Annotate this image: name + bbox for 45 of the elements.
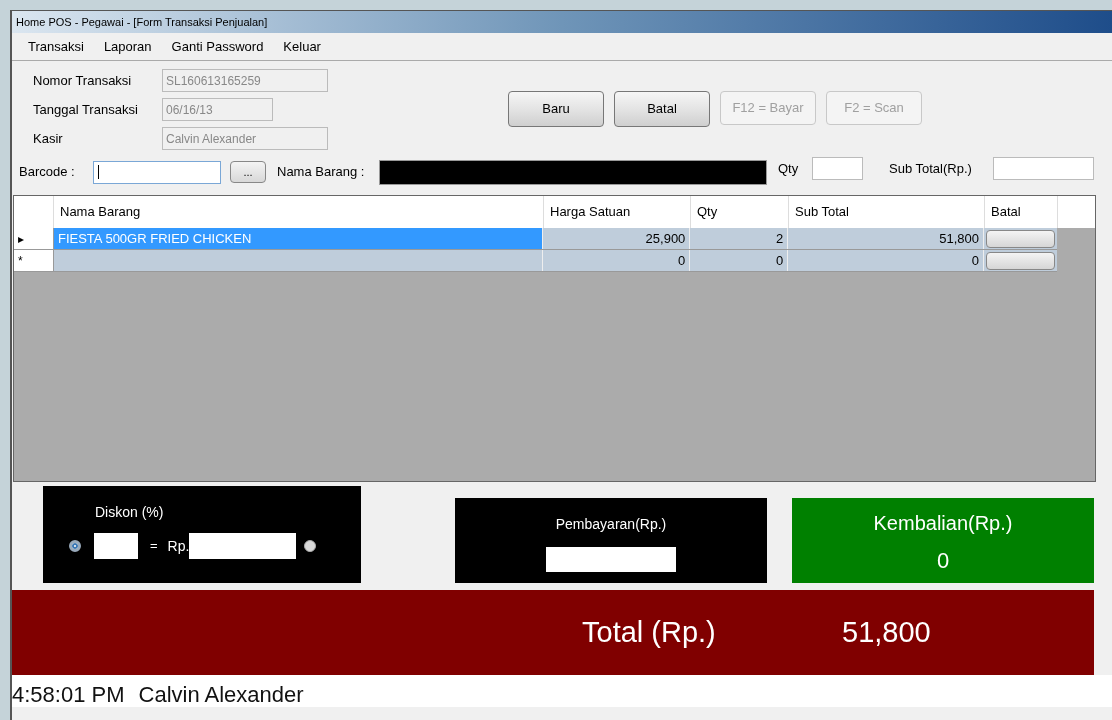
cancel-row-button[interactable]: [986, 251, 1055, 270]
discount-title: Diskon (%): [95, 503, 164, 522]
barcode-label: Barcode :: [19, 163, 76, 182]
item-name-field[interactable]: [379, 159, 767, 185]
qty-field[interactable]: [812, 157, 863, 180]
table-cell: 0: [543, 250, 691, 271]
qty-label: Qty: [778, 160, 800, 178]
action-button[interactable]: Batal: [614, 91, 710, 127]
table-cell: FIESTA 500GR FRIED CHICKEN: [53, 228, 544, 249]
subtotal-label: Sub Total(Rp.): [889, 160, 973, 178]
row-marker: *: [18, 252, 23, 270]
change-value: 0: [936, 547, 950, 575]
nama-barang-label: Nama Barang :: [277, 163, 366, 182]
total-label: Total (Rp.): [582, 614, 717, 650]
subtotal-field[interactable]: [993, 157, 1094, 180]
currency-label: Rp.: [167, 536, 190, 556]
table-cell: 25,900: [543, 228, 691, 249]
table-cell: 2: [690, 228, 789, 249]
cancel-row-button[interactable]: [986, 229, 1055, 248]
menu-item[interactable]: Ganti Password: [171, 36, 264, 57]
status-time: 4:58:01 PM: [12, 680, 125, 709]
table-cell: 0: [788, 250, 985, 271]
window-title: Home POS - Pegawai - [Form Transaksi Penjualan]: [16, 14, 268, 30]
table-cell: 0: [690, 250, 789, 271]
discount-percent-field[interactable]: [94, 533, 138, 559]
discount-amount-field[interactable]: [189, 533, 297, 559]
radio-button[interactable]: [69, 540, 81, 552]
action-button[interactable]: Baru: [508, 91, 604, 127]
status-user: Calvin Alexander: [138, 680, 304, 709]
payment-field[interactable]: [546, 547, 676, 572]
change-title: Kembalian(Rp.): [873, 511, 1013, 536]
field-label: Kasir: [32, 129, 64, 148]
radio-button[interactable]: [304, 540, 317, 552]
total-value: 51,800: [842, 614, 931, 650]
field-label: Nomor Transaksi: [32, 71, 133, 90]
menu-item[interactable]: Keluar: [283, 36, 321, 57]
payment-title: Pembayaran(Rp.): [555, 515, 667, 534]
field-label: Tanggal Transaksi: [32, 100, 139, 119]
equals-sign: =: [150, 537, 158, 556]
table-cell: 51,800: [788, 228, 985, 249]
browse-button[interactable]: ...: [230, 161, 266, 183]
menu-item[interactable]: Transaksi: [28, 36, 84, 57]
barcode-field[interactable]: [93, 160, 221, 184]
row-marker: ▸: [18, 230, 24, 248]
menu-item[interactable]: Laporan: [103, 36, 152, 57]
